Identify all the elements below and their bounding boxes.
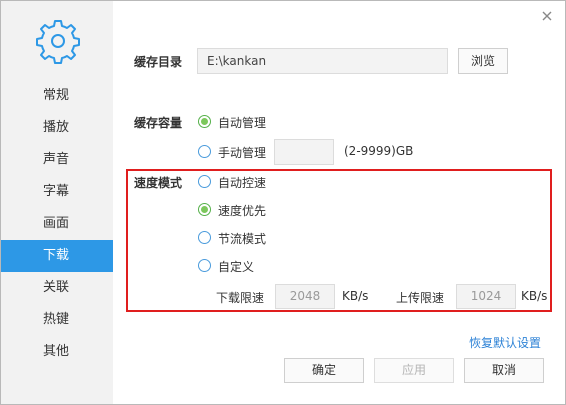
sidebar-item-association[interactable]: 关联 bbox=[1, 272, 113, 304]
download-limit-unit: KB/s bbox=[342, 289, 369, 303]
speed-priority-radio[interactable] bbox=[198, 203, 211, 216]
cache-capacity-label: 缓存容量 bbox=[134, 116, 183, 130]
upload-limit-input[interactable]: 1024 bbox=[456, 284, 516, 309]
custom-mode-radio[interactable] bbox=[198, 259, 211, 272]
throttle-mode-radio[interactable] bbox=[198, 231, 211, 244]
sidebar-item-general[interactable]: 常规 bbox=[1, 80, 113, 112]
auto-manage-label: 自动管理 bbox=[218, 116, 267, 130]
capacity-range-hint: (2-9999)GB bbox=[344, 144, 414, 158]
sidebar-item-sound[interactable]: 声音 bbox=[1, 144, 113, 176]
download-limit-input[interactable]: 2048 bbox=[275, 284, 335, 309]
manual-manage-radio[interactable] bbox=[198, 145, 211, 158]
cancel-button[interactable]: 取消 bbox=[464, 358, 544, 383]
manual-capacity-input[interactable] bbox=[274, 139, 334, 165]
speed-mode-label: 速度模式 bbox=[134, 176, 183, 190]
sidebar-item-picture[interactable]: 画面 bbox=[1, 208, 113, 240]
restore-defaults-link[interactable]: 恢复默认设置 bbox=[469, 334, 541, 351]
gear-icon bbox=[36, 20, 80, 64]
speed-priority-label: 速度优先 bbox=[218, 204, 267, 218]
settings-dialog: 常规 播放 声音 字幕 画面 下载 关联 热键 其他 缓存目录 E:\kanka… bbox=[0, 0, 566, 405]
cache-dir-input[interactable]: E:\kankan bbox=[197, 48, 448, 74]
manual-manage-label: 手动管理 bbox=[218, 146, 267, 160]
auto-manage-radio[interactable] bbox=[198, 115, 211, 128]
download-limit-label: 下载限速 bbox=[216, 291, 265, 305]
upload-limit-unit: KB/s bbox=[521, 289, 548, 303]
sidebar-item-playback[interactable]: 播放 bbox=[1, 112, 113, 144]
sidebar: 常规 播放 声音 字幕 画面 下载 关联 热键 其他 bbox=[1, 1, 113, 404]
auto-speed-radio[interactable] bbox=[198, 175, 211, 188]
ok-button[interactable]: 确定 bbox=[284, 358, 364, 383]
auto-speed-label: 自动控速 bbox=[218, 176, 267, 190]
sidebar-item-hotkeys[interactable]: 热键 bbox=[1, 304, 113, 336]
upload-limit-label: 上传限速 bbox=[396, 291, 445, 305]
sidebar-nav: 常规 播放 声音 字幕 画面 下载 关联 热键 其他 bbox=[1, 80, 113, 368]
close-icon[interactable] bbox=[539, 8, 555, 24]
sidebar-item-other[interactable]: 其他 bbox=[1, 336, 113, 368]
sidebar-item-download[interactable]: 下载 bbox=[1, 240, 113, 272]
browse-button[interactable]: 浏览 bbox=[458, 48, 508, 74]
throttle-mode-label: 节流模式 bbox=[218, 232, 267, 246]
cache-dir-label: 缓存目录 bbox=[134, 55, 183, 69]
apply-button[interactable]: 应用 bbox=[374, 358, 454, 383]
custom-mode-label: 自定义 bbox=[218, 260, 255, 274]
sidebar-item-subtitles[interactable]: 字幕 bbox=[1, 176, 113, 208]
